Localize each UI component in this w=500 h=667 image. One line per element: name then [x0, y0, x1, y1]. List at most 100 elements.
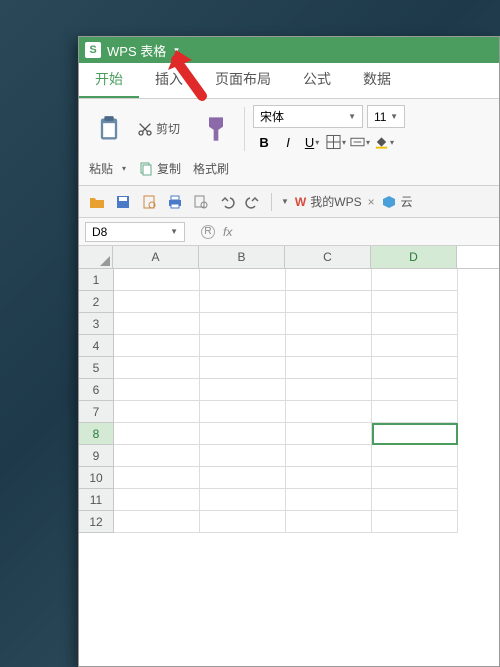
cell[interactable] — [372, 423, 458, 445]
fx-label[interactable]: fx — [223, 225, 232, 239]
close-icon[interactable]: × — [368, 195, 375, 209]
cell[interactable] — [200, 511, 286, 533]
cut-button[interactable]: 剪切 — [133, 118, 184, 139]
cell[interactable] — [286, 445, 372, 467]
cell[interactable] — [286, 357, 372, 379]
cell[interactable] — [114, 401, 200, 423]
cell[interactable] — [200, 467, 286, 489]
row-header[interactable]: 2 — [79, 291, 113, 313]
cell[interactable] — [286, 401, 372, 423]
info-icon[interactable]: R — [201, 225, 215, 239]
cell[interactable] — [200, 313, 286, 335]
cell[interactable] — [200, 269, 286, 291]
font-size-select[interactable]: 11 ▼ — [367, 105, 405, 128]
tab-formulas[interactable]: 公式 — [287, 61, 347, 98]
cell[interactable] — [286, 511, 372, 533]
cell[interactable] — [114, 511, 200, 533]
bold-button[interactable]: B — [253, 132, 275, 152]
paste-label[interactable]: 粘贴 — [89, 160, 113, 177]
cell[interactable] — [372, 401, 458, 423]
cell[interactable] — [372, 445, 458, 467]
cell[interactable] — [286, 423, 372, 445]
row-header[interactable]: 5 — [79, 357, 113, 379]
cell[interactable] — [200, 379, 286, 401]
row-header[interactable]: 6 — [79, 379, 113, 401]
redo-button[interactable] — [243, 192, 263, 212]
cell[interactable] — [200, 401, 286, 423]
tab-home[interactable]: 开始 — [79, 61, 139, 98]
cell[interactable] — [114, 269, 200, 291]
row-header[interactable]: 9 — [79, 445, 113, 467]
row-header[interactable]: 11 — [79, 489, 113, 511]
merge-button[interactable]: ▾ — [349, 132, 371, 152]
column-header[interactable]: D — [371, 246, 457, 268]
cell[interactable] — [286, 489, 372, 511]
cell[interactable] — [372, 467, 458, 489]
cell[interactable] — [286, 467, 372, 489]
page-preview-button[interactable] — [191, 192, 211, 212]
cell[interactable] — [372, 313, 458, 335]
column-header[interactable]: B — [199, 246, 285, 268]
copy-button[interactable]: 复制 — [134, 158, 185, 179]
cell[interactable] — [372, 335, 458, 357]
cell[interactable] — [286, 313, 372, 335]
cell[interactable] — [200, 445, 286, 467]
my-wps-link[interactable]: W 我的WPS — [295, 193, 362, 210]
cell[interactable] — [372, 291, 458, 313]
open-button[interactable] — [87, 192, 107, 212]
tab-page-layout[interactable]: 页面布局 — [199, 61, 287, 98]
row-header[interactable]: 3 — [79, 313, 113, 335]
qat-dropdown-icon[interactable]: ▼ — [281, 197, 289, 206]
cell[interactable] — [372, 379, 458, 401]
save-button[interactable] — [113, 192, 133, 212]
tab-data[interactable]: 数据 — [347, 61, 407, 98]
cell[interactable] — [114, 445, 200, 467]
row-header[interactable]: 7 — [79, 401, 113, 423]
cloud-link[interactable]: 云 — [381, 193, 413, 210]
cell[interactable] — [114, 489, 200, 511]
cell[interactable] — [286, 291, 372, 313]
cell[interactable] — [200, 357, 286, 379]
cell[interactable] — [114, 291, 200, 313]
column-header[interactable]: A — [113, 246, 199, 268]
column-header[interactable]: C — [285, 246, 371, 268]
border-button[interactable]: ▾ — [325, 132, 347, 152]
format-painter-label[interactable]: 格式刷 — [193, 160, 229, 177]
cell[interactable] — [114, 467, 200, 489]
paste-button[interactable] — [89, 113, 129, 145]
italic-button[interactable]: I — [277, 132, 299, 152]
cell[interactable] — [200, 423, 286, 445]
cell[interactable] — [114, 379, 200, 401]
row-header[interactable]: 8 — [79, 423, 113, 445]
cell[interactable] — [286, 379, 372, 401]
cell[interactable] — [114, 357, 200, 379]
cell[interactable] — [114, 423, 200, 445]
cell[interactable] — [372, 489, 458, 511]
cell[interactable] — [372, 511, 458, 533]
cell[interactable] — [286, 269, 372, 291]
format-painter-button[interactable] — [196, 113, 236, 145]
row-header[interactable]: 4 — [79, 335, 113, 357]
select-all-corner[interactable] — [79, 246, 113, 268]
row-header[interactable]: 1 — [79, 269, 113, 291]
cell[interactable] — [114, 313, 200, 335]
cell[interactable] — [200, 489, 286, 511]
print-button[interactable] — [165, 192, 185, 212]
tab-insert[interactable]: 插入 — [139, 61, 199, 98]
cell[interactable] — [200, 291, 286, 313]
cell[interactable] — [372, 269, 458, 291]
name-box[interactable]: D8 ▼ — [85, 222, 185, 242]
cells-area[interactable] — [114, 269, 458, 533]
cell[interactable] — [286, 335, 372, 357]
cell[interactable] — [114, 335, 200, 357]
titlebar-dropdown-icon[interactable]: ▾ — [174, 45, 179, 56]
row-header[interactable]: 10 — [79, 467, 113, 489]
undo-button[interactable] — [217, 192, 237, 212]
cell[interactable] — [200, 335, 286, 357]
fill-color-button[interactable]: ▾ — [373, 132, 395, 152]
print-preview-button[interactable] — [139, 192, 159, 212]
row-header[interactable]: 12 — [79, 511, 113, 533]
underline-button[interactable]: U▾ — [301, 132, 323, 152]
font-name-select[interactable]: 宋体 ▼ — [253, 105, 363, 128]
cell[interactable] — [372, 357, 458, 379]
